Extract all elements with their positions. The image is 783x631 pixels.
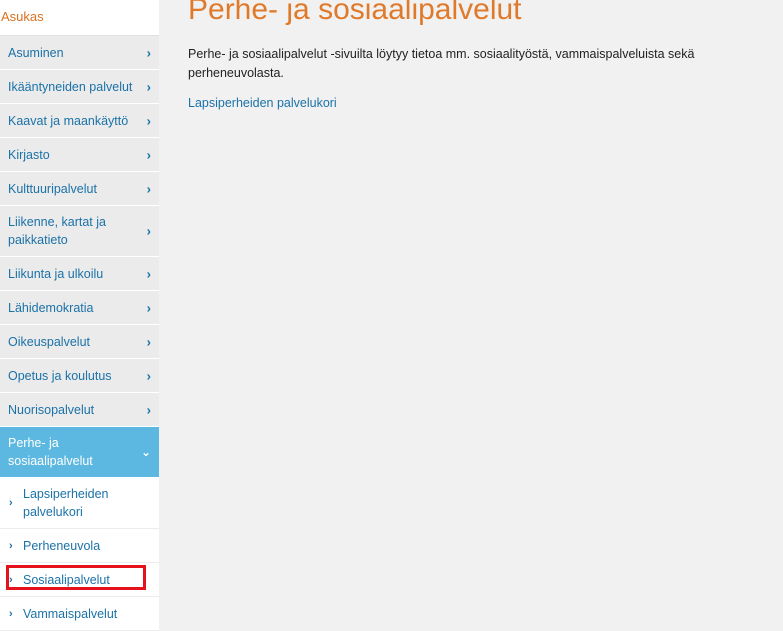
subnav-item-label: Sosiaalipalvelut bbox=[23, 572, 110, 587]
chevron-down-icon: ⌄ bbox=[140, 445, 151, 459]
subnav-item-label: Perheneuvola bbox=[23, 538, 101, 553]
sidebar-item-label: Kirjasto bbox=[8, 147, 50, 162]
sidebar-item-label: Nuorisopalvelut bbox=[8, 402, 95, 417]
subnav-item-lapsiperheiden-palvelukori[interactable]: › Lapsiperheiden palvelukori bbox=[0, 478, 159, 529]
chevron-right-icon: › bbox=[146, 300, 151, 315]
sidebar-item-kaavat-ja-maankaytto[interactable]: Kaavat ja maankäyttö › bbox=[0, 104, 159, 138]
sidebar-item-label: Lähidemokratia bbox=[8, 300, 94, 315]
subnav-item-vammaispalvelut[interactable]: › Vammaispalvelut bbox=[0, 597, 159, 631]
chevron-right-icon: › bbox=[9, 607, 13, 620]
main-content: Perhe- ja sosiaalipalvelut Perhe- ja sos… bbox=[188, 0, 783, 112]
lapsiperheiden-palvelukori-link[interactable]: Lapsiperheiden palvelukori bbox=[188, 96, 337, 110]
sidebar-item-liikunta-ja-ulkoilu[interactable]: Liikunta ja ulkoilu › bbox=[0, 257, 159, 291]
subnav-item-sosiaalipalvelut[interactable]: › Sosiaalipalvelut bbox=[0, 563, 159, 597]
sidebar-item-label: Asuminen bbox=[8, 45, 64, 60]
sidebar-item-label: Opetus ja koulutus bbox=[8, 368, 112, 383]
sidebar-item-label: Ikääntyneiden palvelut bbox=[8, 79, 133, 94]
chevron-right-icon: › bbox=[146, 368, 151, 383]
chevron-right-icon: › bbox=[9, 497, 13, 509]
sidebar-item-lahidemokratia[interactable]: Lähidemokratia › bbox=[0, 291, 159, 325]
intro-text: Perhe- ja sosiaalipalvelut -sivuilta löy… bbox=[188, 47, 695, 80]
chevron-right-icon: › bbox=[146, 334, 151, 349]
sidebar-item-label: Kaavat ja maankäyttö bbox=[8, 113, 129, 128]
sidebar-item-perhe-ja-sosiaalipalvelut[interactable]: Perhe- ja sosiaalipalvelut ⌄ bbox=[0, 427, 159, 478]
sidebar-item-label: Liikenne, kartat ja paikkatieto bbox=[8, 215, 106, 247]
subnav-item-label: Vammaispalvelut bbox=[23, 606, 118, 621]
chevron-right-icon: › bbox=[9, 539, 13, 552]
sidebar-item-kulttuuripalvelut[interactable]: Kulttuuripalvelut › bbox=[0, 172, 159, 206]
subnav-item-label: Lapsiperheiden palvelukori bbox=[23, 487, 109, 519]
sidebar-item-ikaantyneiden-palvelut[interactable]: Ikääntyneiden palvelut › bbox=[0, 70, 159, 104]
chevron-right-icon: › bbox=[146, 223, 151, 239]
chevron-right-icon: › bbox=[146, 181, 151, 196]
sidebar-item-liikenne-kartat[interactable]: Liikenne, kartat ja paikkatieto › bbox=[0, 206, 159, 257]
chevron-right-icon: › bbox=[146, 147, 151, 162]
sidebar-item-label: Oikeuspalvelut bbox=[8, 334, 90, 349]
sidebar-item-oikeuspalvelut[interactable]: Oikeuspalvelut › bbox=[0, 325, 159, 359]
chevron-right-icon: › bbox=[146, 266, 151, 281]
chevron-right-icon: › bbox=[146, 79, 151, 94]
chevron-right-icon: › bbox=[9, 573, 13, 586]
sidebar-item-label: Liikunta ja ulkoilu bbox=[8, 266, 104, 281]
sidebar-item-label: Perhe- ja sosiaalipalvelut bbox=[8, 436, 93, 468]
sidebar-item-nuorisopalvelut[interactable]: Nuorisopalvelut › bbox=[0, 393, 159, 427]
sidebar-item-kirjasto[interactable]: Kirjasto › bbox=[0, 138, 159, 172]
chevron-right-icon: › bbox=[146, 113, 151, 128]
sidebar-item-asuminen[interactable]: Asuminen › bbox=[0, 36, 159, 70]
sidebar-item-label: Kulttuuripalvelut bbox=[8, 181, 97, 196]
page-title: Perhe- ja sosiaalipalvelut bbox=[188, 0, 522, 26]
sidebar-header[interactable]: Asukas bbox=[0, 0, 159, 36]
chevron-right-icon: › bbox=[146, 45, 151, 60]
subnav-item-perheneuvola[interactable]: › Perheneuvola bbox=[0, 529, 159, 563]
sidebar: Asukas Asuminen › Ikääntyneiden palvelut… bbox=[0, 0, 159, 631]
sidebar-item-opetus-ja-koulutus[interactable]: Opetus ja koulutus › bbox=[0, 359, 159, 393]
chevron-right-icon: › bbox=[146, 402, 151, 417]
